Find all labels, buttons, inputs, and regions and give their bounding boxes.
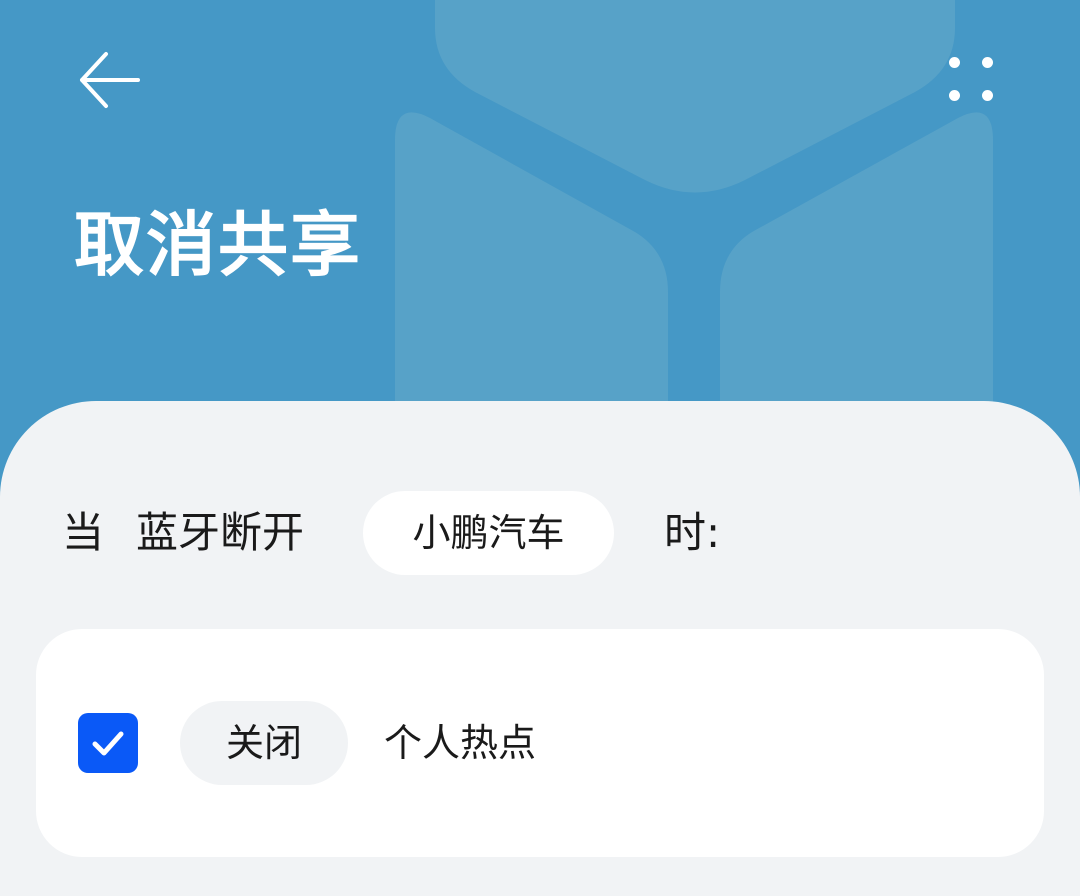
- back-button[interactable]: [72, 46, 144, 114]
- condition-suffix: 时:: [664, 508, 721, 557]
- condition-row: 当 蓝牙断开 小鹏汽车 时:: [0, 491, 1080, 575]
- header: 取消共享: [0, 0, 1080, 470]
- condition-event[interactable]: 蓝牙断开: [136, 491, 304, 575]
- condition-prefix: 当: [62, 508, 105, 557]
- more-dots-icon: [949, 57, 960, 68]
- arrow-left-icon: [80, 52, 140, 108]
- page-title: 取消共享: [74, 204, 362, 286]
- more-options-button[interactable]: [936, 44, 1008, 116]
- action-operation-chip[interactable]: 关闭: [180, 701, 348, 785]
- action-checkbox[interactable]: [78, 713, 138, 773]
- action-target-label: 个人热点: [384, 721, 537, 765]
- device-chip[interactable]: 小鹏汽车: [363, 491, 614, 575]
- action-card: 关闭 个人热点: [36, 629, 1044, 857]
- checkmark-icon: [92, 731, 124, 756]
- content-panel: 当 蓝牙断开 小鹏汽车 时: 关闭 个人热点: [0, 401, 1080, 896]
